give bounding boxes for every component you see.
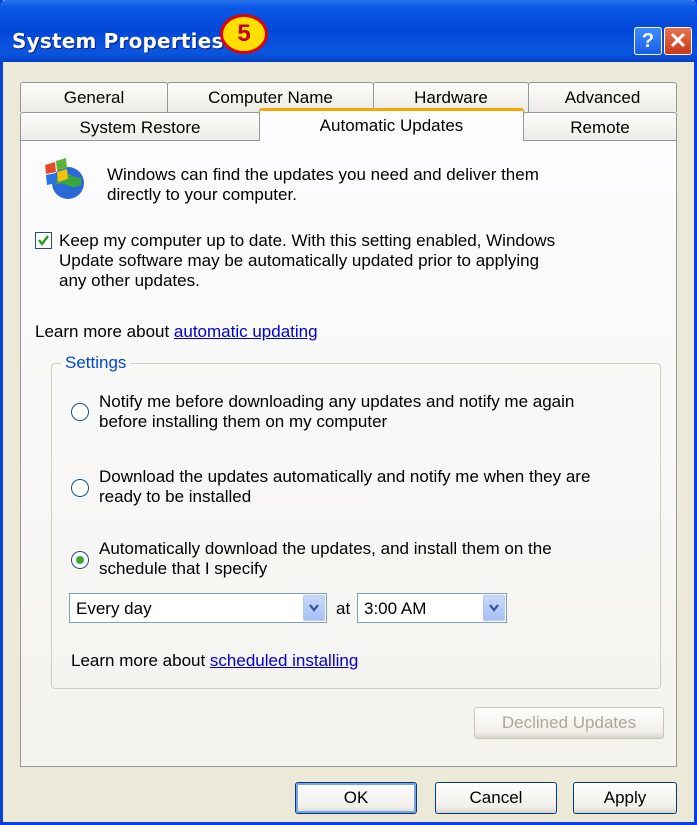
learn-more-prefix: Learn more about [35, 322, 174, 341]
keep-up-to-date-label-line2: Update software may be automatically upd… [59, 251, 540, 270]
chevron-down-icon[interactable] [483, 595, 505, 621]
system-properties-window: System Properties 5 ? ✕ General Computer… [0, 0, 697, 825]
tab-advanced[interactable]: Advanced [528, 82, 677, 112]
keep-up-to-date-label-line1[interactable]: Keep my computer up to date. With this s… [59, 231, 555, 251]
tab-remote[interactable]: Remote [523, 112, 677, 142]
day-select[interactable]: Every day [69, 593, 327, 623]
declined-updates-button[interactable]: Declined Updates [474, 707, 664, 739]
cancel-button[interactable]: Cancel [435, 782, 557, 814]
window-title: System Properties [12, 29, 224, 53]
option3-label-line2: schedule that I specify [99, 559, 268, 578]
auto-download-install-radio[interactable] [71, 551, 89, 569]
step-badge: 5 [220, 14, 268, 54]
notify-before-download-radio[interactable] [71, 403, 89, 421]
intro-text-line2: directly to your computer. [107, 185, 297, 204]
keep-up-to-date-label-line3: any other updates. [59, 271, 200, 290]
learn-more-automatic: Learn more about automatic updating [35, 322, 318, 342]
learn-more-scheduled: Learn more about scheduled installing [71, 651, 358, 671]
option2-label-line2: ready to be installed [99, 487, 252, 506]
help-button[interactable]: ? [634, 27, 662, 55]
time-select-value: 3:00 AM [364, 599, 427, 618]
title-bar[interactable]: System Properties 5 ? ✕ [0, 0, 697, 62]
tab-general[interactable]: General [20, 82, 168, 112]
ok-button[interactable]: OK [295, 782, 417, 814]
tab-system-restore[interactable]: System Restore [20, 112, 260, 142]
option2-label-line1[interactable]: Download the updates automatically and n… [99, 467, 590, 487]
tab-automatic-updates[interactable]: Automatic Updates [259, 108, 524, 141]
checkmark-icon [38, 235, 49, 246]
settings-group-label: Settings [61, 353, 131, 373]
keep-up-to-date-checkbox[interactable] [35, 232, 52, 249]
time-select[interactable]: 3:00 AM [357, 593, 507, 623]
windows-update-globe-icon [41, 155, 87, 201]
option3-label-line1[interactable]: Automatically download the updates, and … [99, 539, 552, 559]
day-select-value: Every day [76, 599, 152, 618]
scheduled-installing-link[interactable]: scheduled installing [210, 651, 358, 670]
automatic-updating-link[interactable]: automatic updating [174, 322, 318, 341]
chevron-down-icon[interactable] [303, 595, 325, 621]
at-label: at [336, 599, 351, 618]
close-button[interactable]: ✕ [664, 27, 692, 55]
learn-sched-prefix: Learn more about [71, 651, 210, 670]
download-and-notify-radio[interactable] [71, 479, 89, 497]
apply-button[interactable]: Apply [573, 782, 677, 814]
option1-label-line1[interactable]: Notify me before downloading any updates… [99, 392, 574, 412]
intro-text-line1: Windows can find the updates you need an… [107, 165, 539, 184]
option1-label-line2: before installing them on my computer [99, 412, 388, 431]
automatic-updates-panel: Windows can find the updates you need an… [20, 140, 677, 767]
